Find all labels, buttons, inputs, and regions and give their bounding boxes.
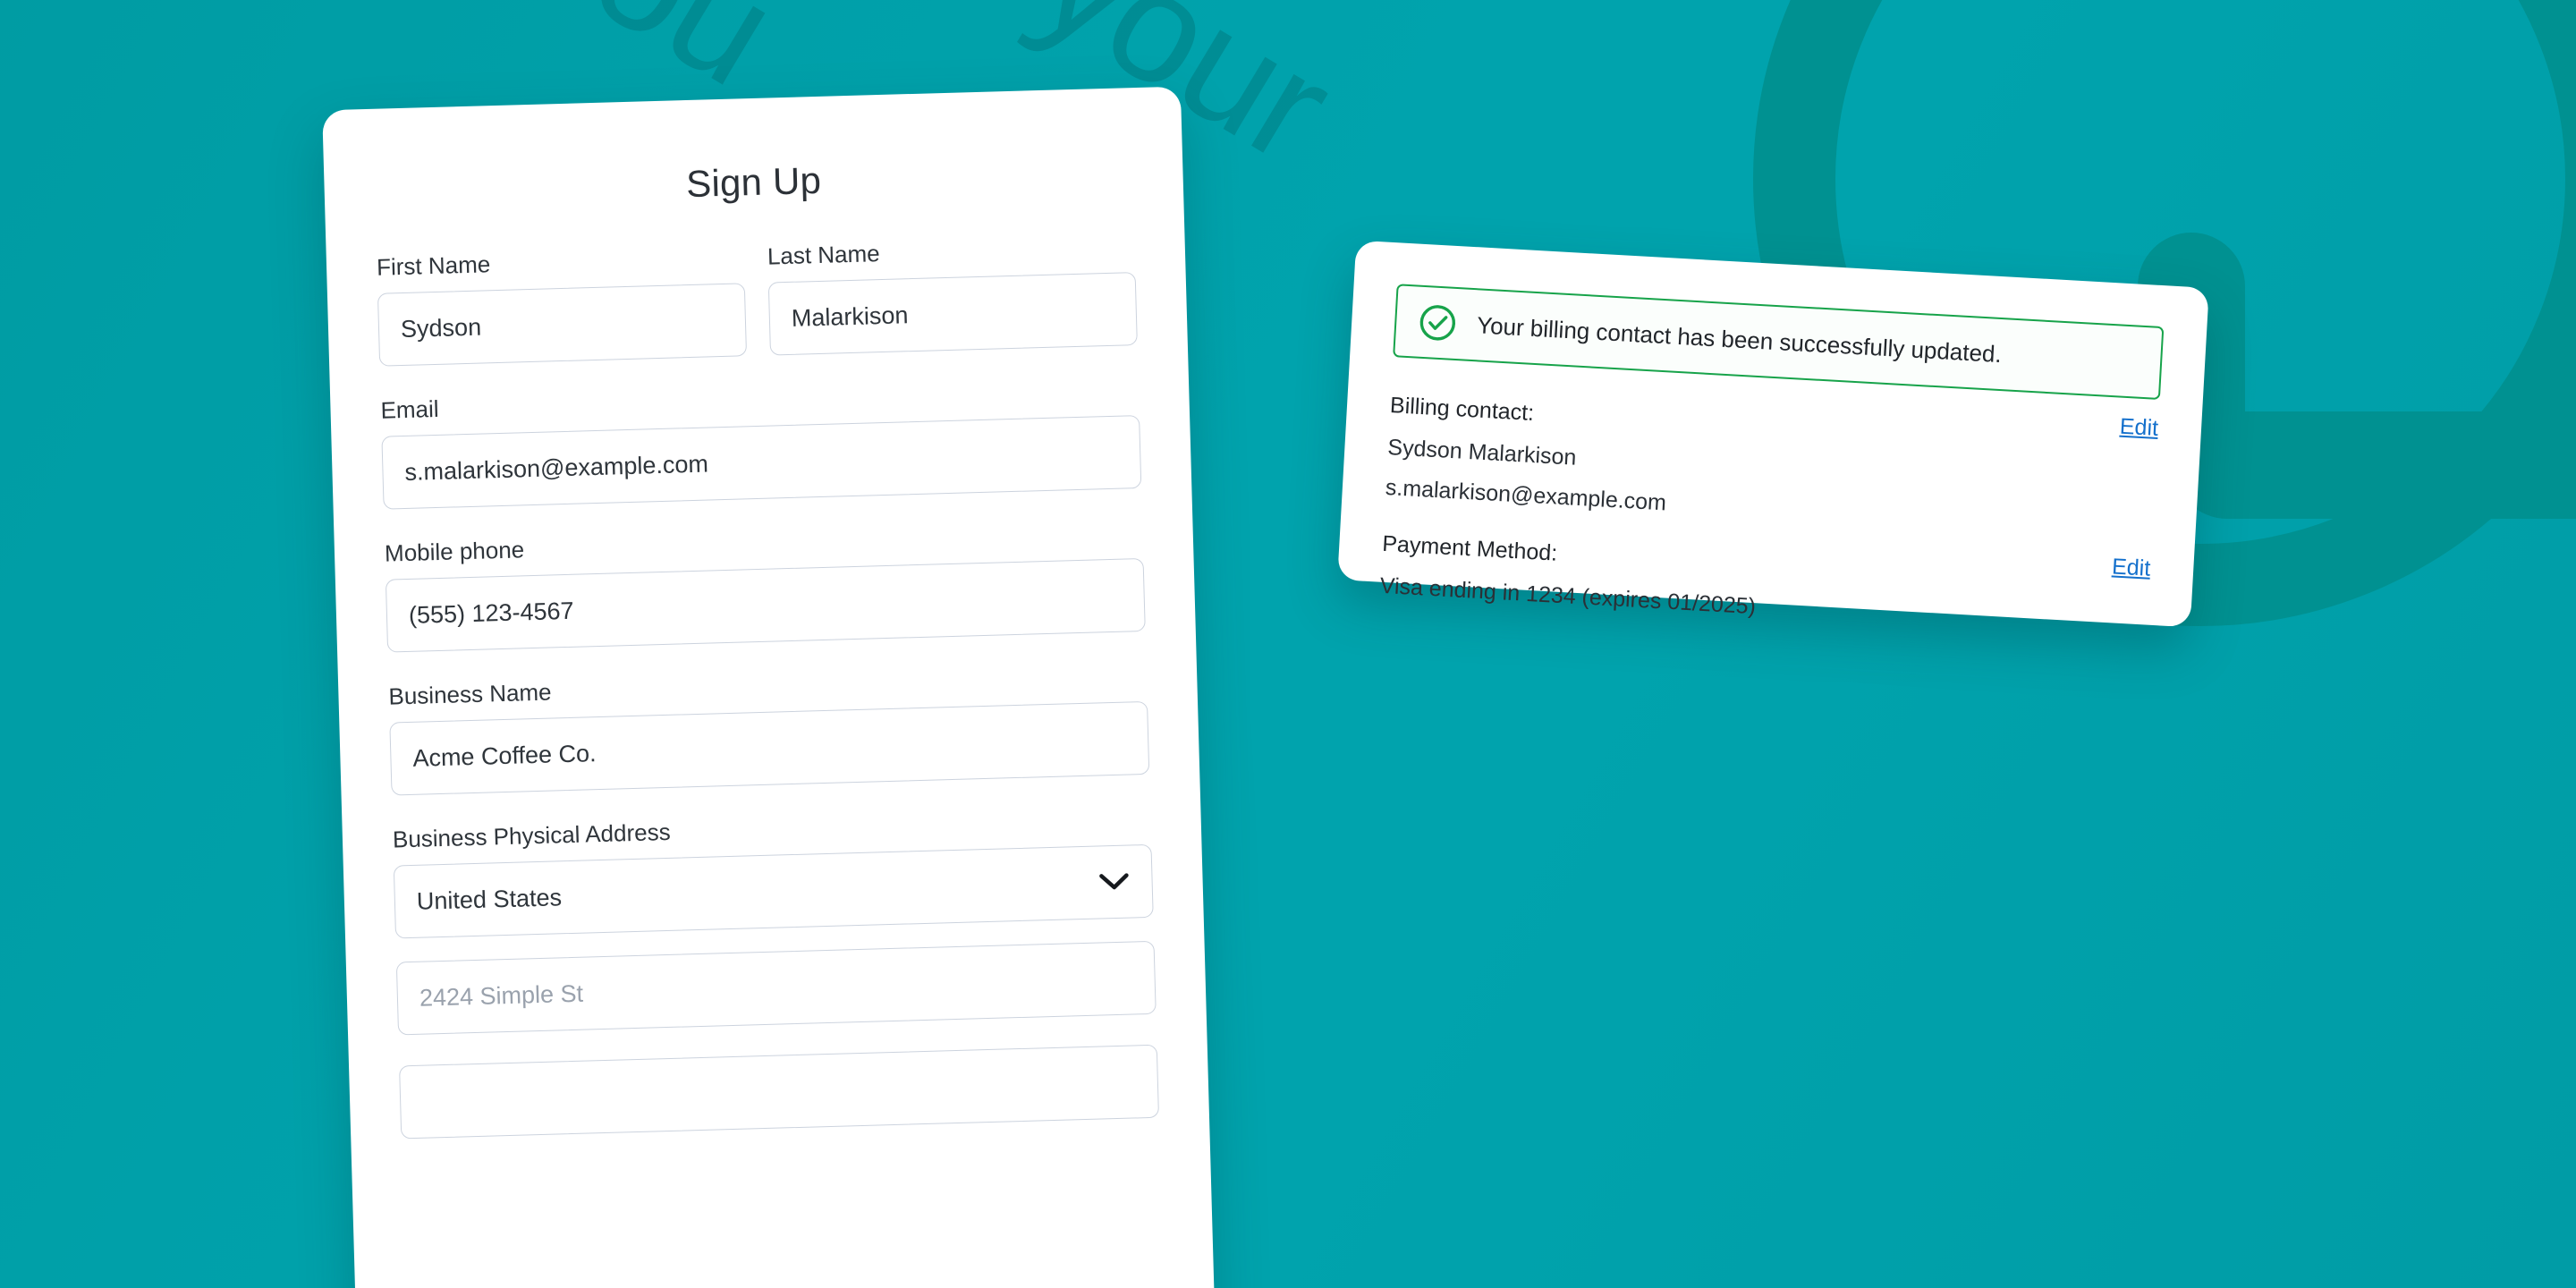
first-name-input[interactable]: Sydson: [377, 283, 748, 367]
business-address-group: Business Physical Address United States …: [393, 805, 1157, 1036]
street-address-input[interactable]: 2424 Simple St: [395, 940, 1157, 1036]
business-name-group: Business Name Acme Coffee Co.: [388, 662, 1150, 796]
business-name-input[interactable]: Acme Coffee Co.: [389, 700, 1150, 796]
country-select-wrap: United States: [393, 843, 1154, 939]
name-fields-row: First Name Sydson Last Name Malarkison: [377, 233, 1138, 367]
edit-billing-contact-link[interactable]: Edit: [2119, 414, 2159, 442]
screenshot-stage: Instant payment you have successful! set…: [0, 0, 2576, 1288]
first-name-label: First Name: [376, 250, 491, 281]
billing-contact-section: Edit Billing contact: Sydson Malarkison …: [1385, 393, 2159, 544]
page-title: Sign Up: [685, 158, 822, 206]
mobile-phone-group: Mobile phone (555) 123-4567: [385, 519, 1146, 653]
business-name-label: Business Name: [388, 678, 552, 710]
watermark-bar: [2174, 411, 2576, 519]
mobile-phone-label: Mobile phone: [384, 536, 525, 567]
billing-card: Your billing contact has been successful…: [1337, 240, 2209, 628]
signup-card: Sign Up First Name Sydson Last Name Mala…: [322, 86, 1216, 1288]
success-banner: Your billing contact has been successful…: [1393, 284, 2165, 401]
address-line2-input[interactable]: [399, 1044, 1160, 1140]
last-name-input[interactable]: Malarkison: [767, 272, 1138, 356]
mobile-phone-input[interactable]: (555) 123-4567: [385, 557, 1146, 653]
last-name-group: Last Name Malarkison: [767, 233, 1138, 356]
email-group: Email s.malarkison@example.com: [380, 376, 1142, 510]
country-select[interactable]: United States: [393, 843, 1154, 939]
business-address-label: Business Physical Address: [392, 818, 671, 853]
first-name-group: First Name Sydson: [376, 243, 748, 367]
last-name-label: Last Name: [767, 240, 881, 270]
address-line2-group: [399, 1044, 1160, 1140]
circle-check-icon: [1417, 302, 1458, 343]
email-label: Email: [380, 394, 439, 424]
email-input[interactable]: s.malarkison@example.com: [381, 415, 1142, 510]
success-message: Your billing contact has been successful…: [1476, 311, 2003, 368]
edit-payment-method-link[interactable]: Edit: [2111, 554, 2151, 581]
